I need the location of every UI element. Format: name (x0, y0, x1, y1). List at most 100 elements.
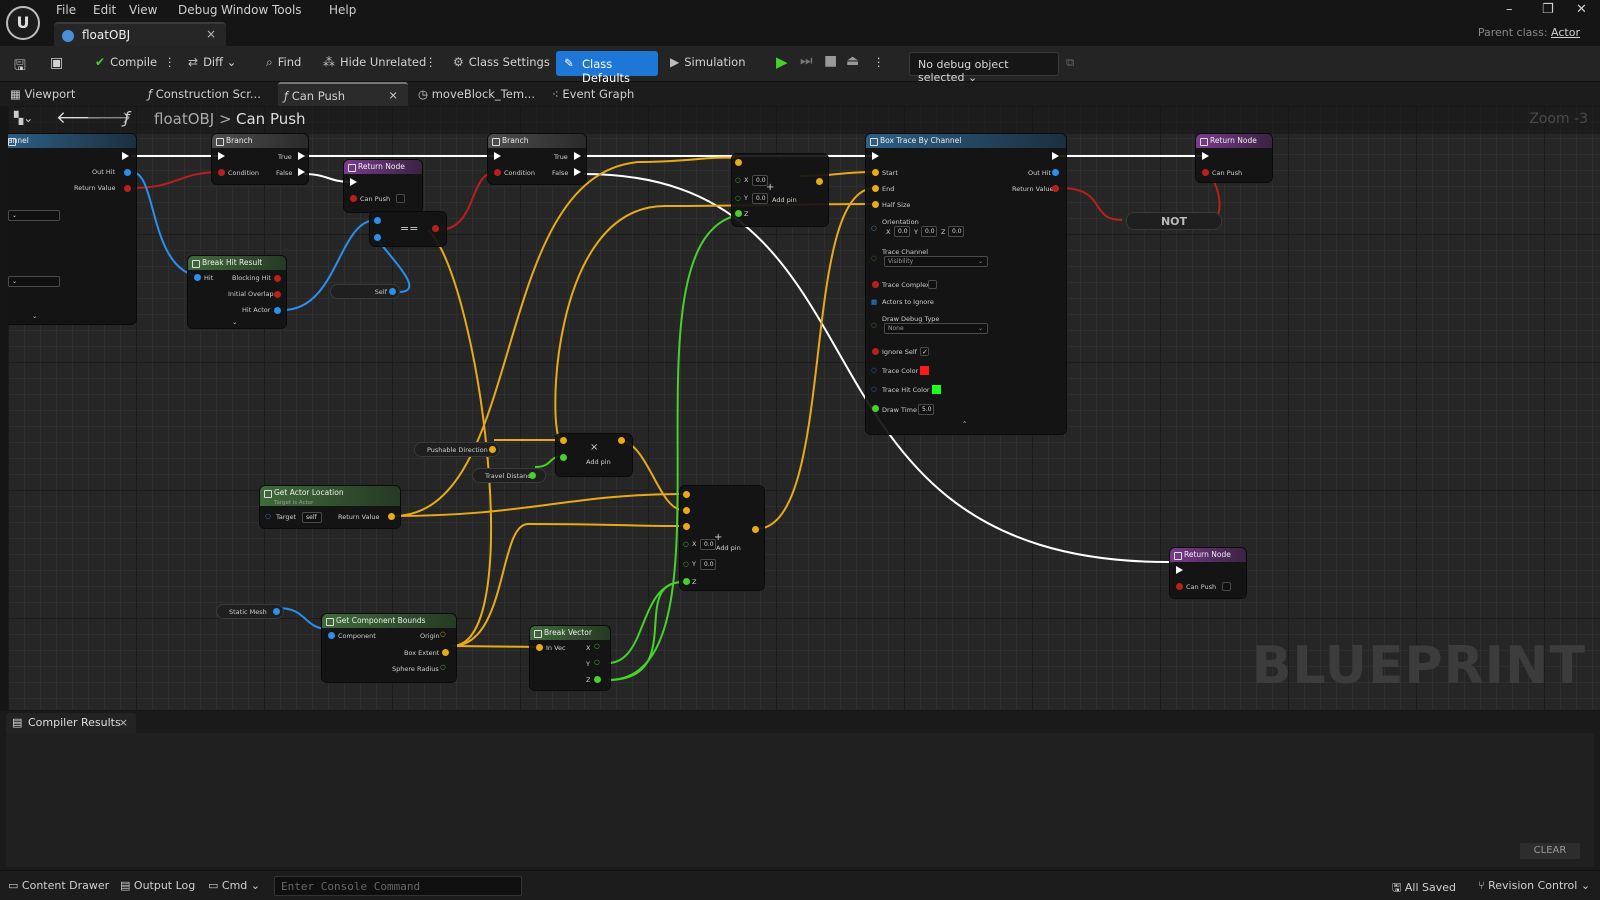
class-settings-button[interactable]: ⚙ Class Settings (453, 55, 550, 73)
return-node-2[interactable]: Return Node Can Push (1196, 134, 1272, 182)
menu-asset[interactable]: View (129, 3, 157, 17)
menu-edit[interactable]: Edit (93, 3, 116, 17)
exec-in-pin[interactable] (494, 152, 501, 160)
pushable-direction-pin[interactable] (489, 446, 496, 453)
blocking-hit-pin[interactable] (274, 275, 281, 282)
content-drawer-button[interactable]: ▭ Content Drawer (8, 879, 109, 892)
exec-in-pin[interactable] (1176, 566, 1183, 574)
static-mesh-pin[interactable] (273, 608, 280, 615)
compiler-results-tab[interactable]: ▤ Compiler Results × (6, 713, 136, 733)
return-value-pin[interactable] (1052, 185, 1059, 192)
pushable-direction-node[interactable]: Pushable Direction (414, 442, 500, 457)
save-icon[interactable]: 🖫 (14, 55, 26, 74)
exec-false-pin[interactable] (298, 168, 305, 176)
step-icon[interactable]: ⏭ (800, 53, 813, 71)
close-tab-icon[interactable]: × (206, 27, 216, 41)
trace-complex-pin[interactable] (872, 281, 879, 288)
a-pin[interactable] (374, 217, 381, 224)
array-pin-icon[interactable]: ▦ (871, 298, 877, 306)
all-saved-button[interactable]: 🖫 All Saved (1392, 879, 1456, 898)
simulation-button[interactable]: ▶ Simulation (670, 55, 746, 73)
trace-node-partial[interactable]: annel Out Hit Return Value ⌄ ⌄ ⌄ (8, 134, 136, 324)
y-field[interactable]: 0.0 (752, 193, 768, 204)
trace-hit-color-swatch[interactable] (932, 385, 941, 394)
return-node-3[interactable]: Return Node Can Push (1170, 548, 1246, 598)
y-pin-icon[interactable]: ○ (594, 658, 600, 666)
exec-true-pin[interactable] (298, 152, 305, 160)
compile-button[interactable]: ✔ Compile (95, 55, 157, 73)
ignore-self-pin[interactable] (872, 348, 879, 355)
exec-true-pin[interactable] (574, 152, 581, 160)
tab-viewport[interactable]: ▦ Viewport (10, 82, 130, 106)
chevron-down-icon[interactable]: ⌄ (32, 312, 37, 320)
breadcrumb-root[interactable]: floatOBJ (154, 110, 214, 128)
origin-pin-icon[interactable]: ○ (440, 630, 446, 638)
y-pin-icon[interactable]: ○ (683, 560, 689, 568)
menu-window[interactable]: Tools (272, 3, 302, 17)
b-pin[interactable] (560, 454, 567, 461)
browse-icon[interactable]: ▣ (50, 55, 63, 73)
y-pin-icon[interactable]: ○ (735, 194, 741, 202)
orientation-pin-icon[interactable]: ○ (871, 224, 877, 232)
draw-time-pin[interactable] (872, 405, 879, 412)
document-tab[interactable]: floatOBJ × (54, 22, 226, 46)
restore-button[interactable]: ❐ (1542, 2, 1554, 17)
break-hit-result-node[interactable]: Break Hit Result Hit Blocking Hit Initia… (188, 256, 286, 328)
debug-object-select[interactable]: No debug object selected ⌄ (909, 52, 1059, 84)
close-tab-icon[interactable]: × (388, 88, 398, 102)
component-pin[interactable] (328, 632, 335, 639)
z-pin[interactable] (683, 578, 690, 585)
trace-channel-pin-icon[interactable]: ○ (871, 254, 877, 262)
target-pin-icon[interactable]: ○ (265, 512, 271, 520)
menu-debug[interactable]: Window (221, 3, 268, 17)
dropdown-field[interactable]: ⌄ (8, 276, 60, 287)
revision-control-button[interactable]: ⑂ Revision Control ⌄ (1478, 879, 1590, 892)
a-pin[interactable] (683, 491, 690, 498)
close-window-button[interactable]: ✕ (1576, 2, 1587, 17)
add-pin-label[interactable]: Add pin (772, 196, 797, 204)
draw-debug-pin-icon[interactable]: ○ (871, 321, 877, 329)
can-push-pin[interactable] (1202, 169, 1209, 176)
class-defaults-button[interactable]: ✎ Class Defaults (556, 51, 658, 85)
add-pin-label[interactable]: Add pin (586, 458, 611, 466)
exec-in-pin[interactable] (872, 152, 879, 160)
draw-debug-select[interactable]: None ⌄ (884, 323, 988, 334)
end-pin[interactable] (872, 185, 879, 192)
can-push-pin[interactable] (350, 195, 357, 202)
orientation-x-field[interactable]: 0.0 (894, 226, 910, 237)
trace-color-pin-icon[interactable]: ○ (871, 366, 877, 374)
x-pin-icon[interactable]: ○ (594, 642, 600, 650)
exec-false-pin[interactable] (574, 168, 581, 176)
menu-view[interactable]: Debug (178, 3, 217, 17)
result-pin[interactable] (618, 437, 625, 444)
get-actor-location-node[interactable]: Get Actor Location Target is Actor ○ Targ… (260, 486, 400, 528)
a-pin[interactable] (735, 159, 742, 166)
exec-out-pin[interactable] (122, 152, 129, 160)
can-push-checkbox[interactable] (396, 194, 405, 203)
add-vector-node[interactable]: ○ X 0.0 ○ Y 0.0 Z Add pin + (732, 154, 828, 226)
travel-distance-pin[interactable] (529, 472, 536, 479)
z-pin[interactable] (735, 210, 742, 217)
multiply-node[interactable]: × Add pin (556, 434, 632, 476)
target-field[interactable]: self (302, 512, 322, 523)
self-pin[interactable] (389, 288, 396, 295)
tab-can-push[interactable]: ƒ Can Push × (278, 82, 408, 106)
sphere-radius-pin-icon[interactable]: ○ (440, 663, 446, 671)
chevron-up-icon[interactable]: ⌃ (962, 420, 967, 428)
hide-unrelated-options-icon[interactable]: ⋮ (425, 55, 437, 73)
not-node[interactable]: NOT (1126, 212, 1222, 230)
exec-in-pin[interactable] (218, 152, 225, 160)
in-vec-pin[interactable] (536, 644, 543, 651)
half-size-pin[interactable] (872, 201, 879, 208)
a-pin[interactable] (560, 437, 567, 444)
debug-find-icon[interactable]: ⧉ (1066, 55, 1074, 73)
y-field[interactable]: 0.0 (700, 559, 716, 570)
parent-class-link[interactable]: Actor (1551, 26, 1580, 39)
menu-tools[interactable]: Help (329, 3, 356, 17)
close-tab-icon[interactable]: × (119, 716, 128, 729)
menu-file[interactable]: File (56, 3, 76, 17)
can-push-pin[interactable] (1176, 583, 1183, 590)
ignore-self-checkbox[interactable]: ✓ (920, 347, 929, 356)
compile-options-icon[interactable]: ⋮ (164, 55, 176, 73)
play-options-icon[interactable]: ⋮ (873, 55, 885, 73)
